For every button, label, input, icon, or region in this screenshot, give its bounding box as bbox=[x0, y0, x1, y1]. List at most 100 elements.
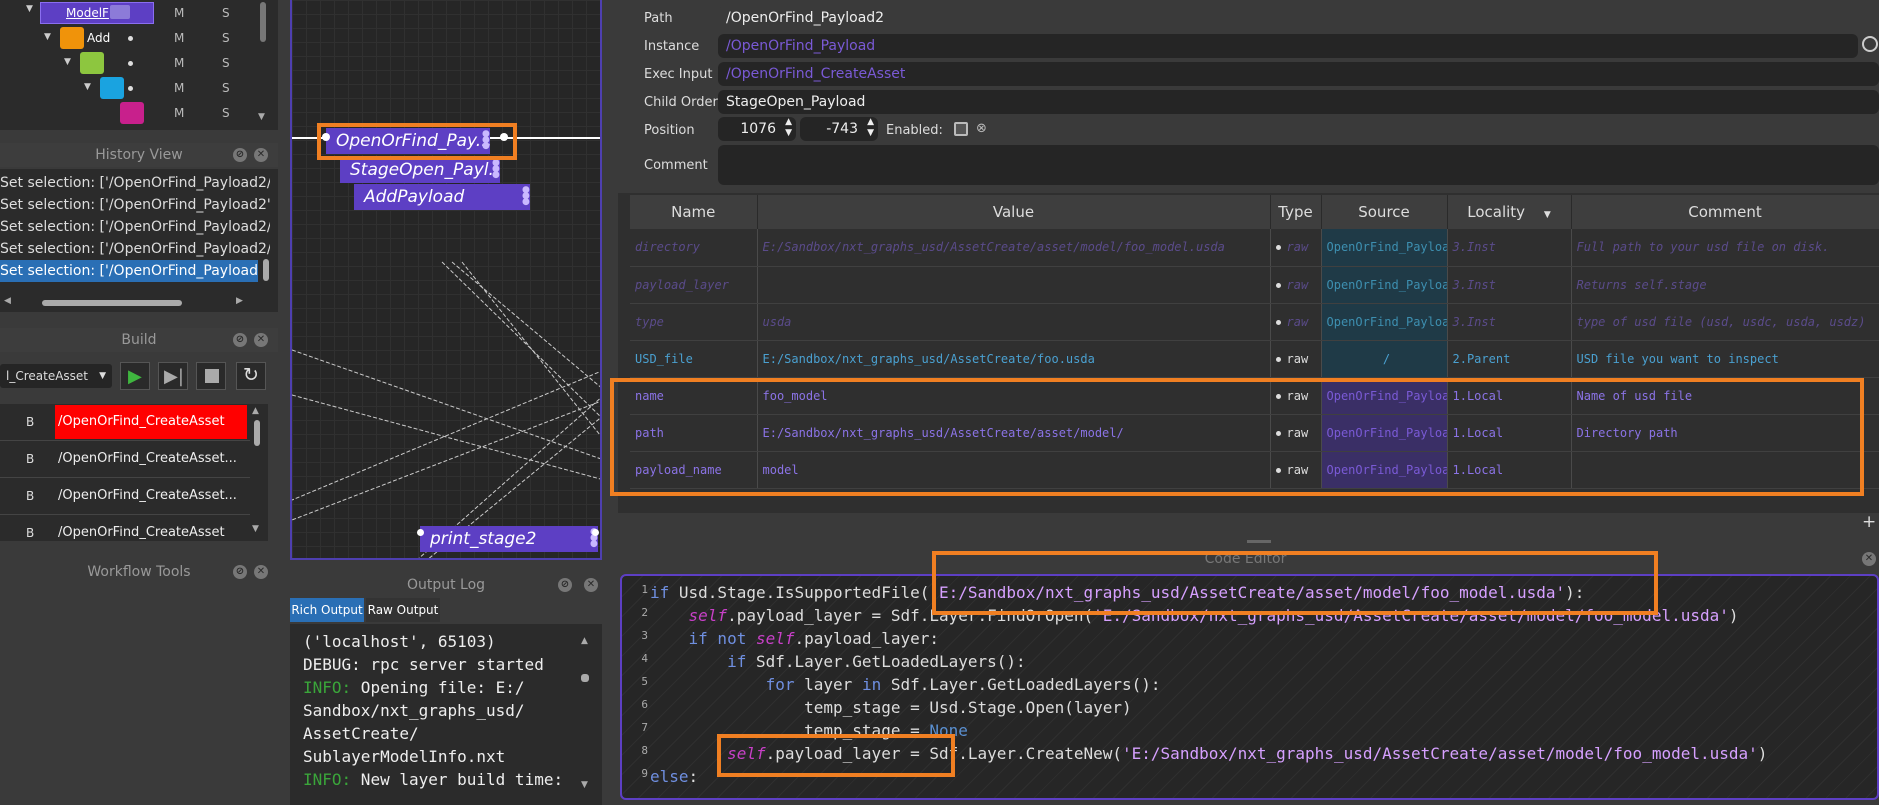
attr-source[interactable]: OpenOrFind_Payload bbox=[1321, 303, 1448, 341]
attr-source[interactable]: OpenOrFind_Payload bbox=[1321, 266, 1448, 304]
history-hscroll[interactable]: ◀ ▶ bbox=[4, 296, 254, 307]
solo-toggle[interactable]: S bbox=[222, 106, 230, 120]
revert-icon[interactable]: ⊗ bbox=[976, 121, 987, 136]
stop-button[interactable] bbox=[196, 362, 226, 390]
child-order-field[interactable]: StageOpen_Payload bbox=[718, 90, 1879, 114]
scroll-down-icon[interactable]: ▼ bbox=[581, 780, 588, 790]
input-port[interactable] bbox=[417, 529, 424, 536]
scrollbar-thumb[interactable] bbox=[254, 420, 260, 446]
mute-toggle[interactable]: M bbox=[174, 106, 184, 120]
node-menu-icon[interactable]: ●●● bbox=[522, 186, 530, 207]
attr-comment[interactable]: type of usd file (usd, usdc, usda, usdz) bbox=[1571, 303, 1879, 341]
outliner-row[interactable]: ▼ Add M S bbox=[0, 26, 260, 51]
attr-value[interactable]: usda bbox=[757, 303, 1271, 341]
code-line[interactable]: temp_stage = Usd.Stage.Open(layer) bbox=[650, 696, 1132, 719]
attr-name[interactable]: USD_file bbox=[630, 340, 758, 378]
close-icon[interactable]: ✕ bbox=[1862, 552, 1876, 566]
attr-comment[interactable]: Returns self.stage bbox=[1571, 266, 1879, 304]
code-line[interactable]: for layer in Sdf.Layer.GetLoadedLayers()… bbox=[650, 673, 1161, 696]
scroll-up-icon[interactable]: ▲ bbox=[581, 636, 588, 646]
outliner-row[interactable]: ▼ M S bbox=[0, 51, 260, 76]
column-header-source[interactable]: Source bbox=[1321, 195, 1448, 229]
history-vscroll[interactable] bbox=[262, 171, 270, 291]
table-row[interactable]: USD_file E:/Sandbox/nxt_graphs_usd/Asset… bbox=[630, 340, 1879, 378]
outliner-row[interactable]: M S bbox=[0, 101, 260, 126]
mute-toggle[interactable]: M bbox=[174, 81, 184, 95]
attr-name[interactable]: directory bbox=[630, 229, 758, 267]
outliner-row[interactable]: ▼ M S bbox=[0, 76, 260, 101]
close-icon[interactable]: ✕ bbox=[584, 578, 598, 592]
node-menu-icon[interactable]: ●●● bbox=[492, 159, 500, 180]
instance-field[interactable]: /OpenOrFind_Payload bbox=[718, 34, 1858, 58]
attr-source[interactable]: OpenOrFind_Payload bbox=[1321, 229, 1448, 267]
attr-name[interactable]: type bbox=[630, 303, 758, 341]
output-port[interactable] bbox=[592, 529, 599, 536]
column-header-locality[interactable]: Locality ▼ bbox=[1447, 195, 1572, 229]
table-row[interactable]: directory E:/Sandbox/nxt_graphs_usd/Asse… bbox=[630, 229, 1879, 267]
position-x-spinbox[interactable]: 1076 ▲ ▼ bbox=[718, 117, 796, 141]
play-button[interactable]: ▶ bbox=[120, 362, 150, 390]
spin-arrows-icon[interactable]: ▲ ▼ bbox=[867, 117, 874, 139]
float-icon[interactable]: ⊘ bbox=[233, 333, 247, 347]
comment-field[interactable] bbox=[718, 145, 1879, 185]
scrollbar-thumb[interactable] bbox=[263, 259, 269, 281]
column-header-type[interactable]: Type bbox=[1270, 195, 1322, 229]
chevron-down-icon[interactable]: ▼ bbox=[26, 4, 33, 14]
tab-raw-output[interactable]: Raw Output bbox=[366, 598, 440, 622]
build-row[interactable]: B /OpenOrFind_CreateAsset... bbox=[0, 441, 250, 478]
close-icon[interactable]: ✕ bbox=[254, 148, 268, 162]
table-row[interactable]: payload_layer raw OpenOrFind_Payload 3.I… bbox=[630, 266, 1879, 304]
chevron-down-icon[interactable]: ▼ bbox=[84, 82, 91, 92]
build-row[interactable]: B /OpenOrFind_CreateAsset... bbox=[0, 478, 250, 515]
float-icon[interactable]: ⊘ bbox=[233, 565, 247, 579]
scroll-down-icon[interactable]: ▼ bbox=[258, 112, 265, 122]
column-header-value[interactable]: Value bbox=[757, 195, 1271, 229]
history-item-selected[interactable]: Set selection: ['/OpenOrFind_Payload2'] bbox=[0, 260, 258, 282]
build-row[interactable]: B /OpenOrFind_CreateAsset bbox=[0, 404, 250, 441]
outliner-row[interactable]: ▼ ModelF M S bbox=[0, 1, 260, 26]
add-attribute-icon[interactable]: + bbox=[1862, 512, 1876, 532]
build-target-dropdown[interactable]: l_CreateAsset ▼ bbox=[0, 364, 112, 388]
float-icon[interactable]: ⊘ bbox=[233, 148, 247, 162]
history-item[interactable]: Set selection: ['/OpenOrFind_Payload2'] bbox=[0, 194, 270, 216]
exec-input-field[interactable]: /OpenOrFind_CreateAsset bbox=[718, 62, 1879, 86]
float-icon[interactable]: ⊘ bbox=[558, 578, 572, 592]
target-icon[interactable] bbox=[1862, 36, 1878, 52]
graph-node-stageopen[interactable]: StageOpen_Payl... ● ● ● bbox=[340, 157, 500, 183]
chevron-down-icon[interactable]: ▼ bbox=[44, 32, 51, 42]
history-item[interactable]: Set selection: ['/OpenOrFind_Payload2/S bbox=[0, 216, 270, 238]
solo-toggle[interactable]: S bbox=[222, 56, 230, 70]
mute-toggle[interactable]: M bbox=[174, 6, 184, 20]
mute-toggle[interactable]: M bbox=[174, 31, 184, 45]
build-list-scrollbar[interactable]: ▲ ▼ bbox=[252, 406, 262, 536]
history-item[interactable]: Set selection: ['/OpenOrFind_Payload2/S bbox=[0, 172, 270, 194]
position-y-spinbox[interactable]: -743 ▲ ▼ bbox=[800, 117, 878, 141]
solo-toggle[interactable]: S bbox=[222, 6, 230, 20]
chevron-down-icon[interactable]: ▼ bbox=[64, 57, 71, 67]
scrollbar[interactable]: ▼ bbox=[258, 0, 268, 124]
scrollbar-thumb[interactable] bbox=[42, 300, 182, 306]
node-graph-view[interactable]: OpenOrFind_Pay... ● ● ● StageOpen_Payl... … bbox=[290, 0, 602, 560]
build-row[interactable]: B /OpenOrFind_CreateAsset bbox=[0, 515, 250, 541]
attr-source[interactable]: / bbox=[1321, 340, 1448, 378]
tab-rich-output[interactable]: Rich Output bbox=[290, 598, 364, 622]
splitter-handle[interactable] bbox=[1247, 540, 1271, 543]
path-field[interactable]: /OpenOrFind_Payload2 bbox=[718, 6, 1879, 30]
graph-node-addpayload[interactable]: AddPayload ● ● ● bbox=[354, 184, 530, 210]
graph-node-print-stage2[interactable]: print_stage2 ●●● bbox=[420, 526, 598, 552]
code-line[interactable]: else: bbox=[650, 765, 698, 788]
table-row[interactable]: type usda raw OpenOrFind_Payload 3.Inst … bbox=[630, 303, 1879, 341]
scrollbar-thumb[interactable] bbox=[581, 674, 589, 682]
reset-button[interactable]: ↻ bbox=[236, 362, 266, 390]
scroll-right-icon[interactable]: ▶ bbox=[236, 296, 243, 306]
scroll-up-icon[interactable]: ▲ bbox=[252, 406, 259, 416]
close-icon[interactable]: ✕ bbox=[254, 565, 268, 579]
column-header-comment[interactable]: Comment bbox=[1571, 195, 1879, 229]
attr-value[interactable]: E:/Sandbox/nxt_graphs_usd/AssetCreate/as… bbox=[757, 229, 1271, 267]
mute-toggle[interactable]: M bbox=[174, 56, 184, 70]
attr-name[interactable]: payload_layer bbox=[630, 266, 758, 304]
enabled-checkbox[interactable] bbox=[954, 122, 968, 136]
step-button[interactable]: ▶| bbox=[158, 362, 188, 390]
code-line[interactable]: if not self.payload_layer: bbox=[650, 627, 939, 650]
close-icon[interactable]: ✕ bbox=[254, 333, 268, 347]
